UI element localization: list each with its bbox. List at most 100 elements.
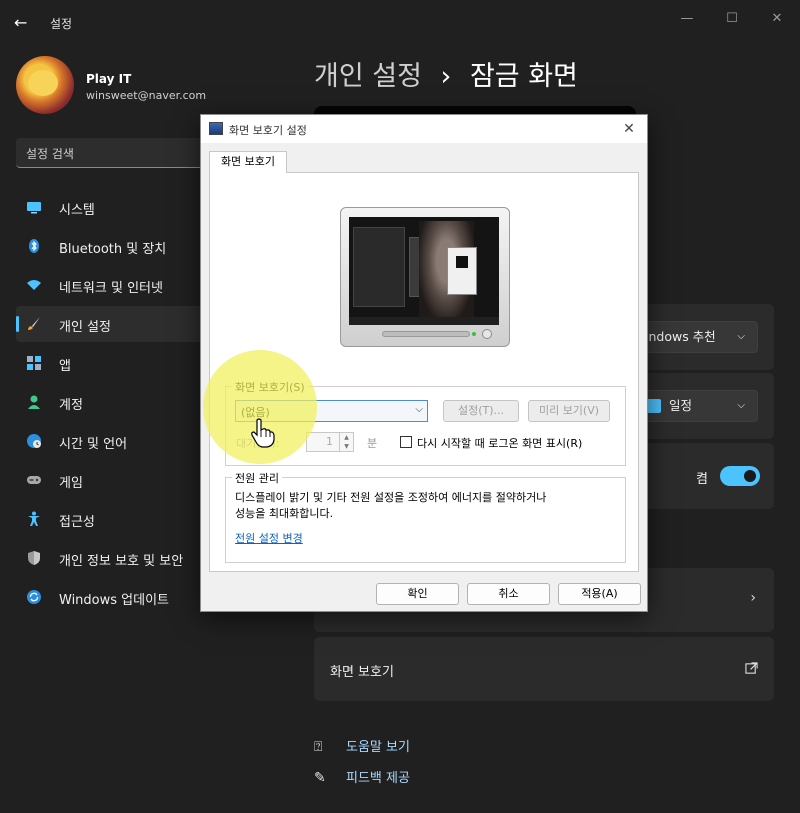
close-icon[interactable]: ✕	[762, 8, 792, 30]
resume-logon-checkbox[interactable]	[400, 436, 412, 448]
ok-button[interactable]: 확인	[376, 583, 459, 605]
feedback-icon: ✎	[314, 770, 326, 786]
sidebar-item-accounts[interactable]: 계정	[16, 384, 206, 420]
globe-clock-icon	[27, 434, 41, 448]
maximize-icon[interactable]: ☐	[717, 8, 747, 30]
screensaver-select[interactable]: (없음) ⌵	[235, 400, 428, 422]
screensaver-card[interactable]: 화면 보호기	[314, 637, 774, 701]
title-bar: ← 설정 — ☐ ✕	[0, 0, 800, 46]
sidebar-item-network[interactable]: 네트워크 및 인터넷	[16, 267, 206, 303]
tab-screensaver[interactable]: 화면 보호기	[209, 151, 287, 173]
screensaver-select-value: (없음)	[241, 406, 270, 419]
preview-button[interactable]: 미리 보기(V)	[528, 400, 610, 422]
screensaver-settings-dialog: 화면 보호기 설정 ✕ 화면 보호기 화면 보호기(S) (없음) ⌵ 설정(T	[200, 114, 648, 612]
wait-unit: 분	[367, 437, 378, 450]
dialog-close-icon[interactable]: ✕	[619, 119, 639, 139]
monitor-slot	[382, 331, 470, 337]
gamepad-icon	[27, 476, 41, 484]
monitor-preview	[340, 207, 510, 347]
chevron-down-icon: ⌵	[737, 331, 745, 342]
stepper-arrows-icon[interactable]: ▲ ▼	[339, 433, 353, 451]
sidebar-item-gaming[interactable]: 게임	[16, 462, 206, 498]
brush-icon	[28, 317, 40, 330]
help-link[interactable]: ⍰ 도움말 보기	[314, 736, 410, 755]
feedback-link-label: 피드백 제공	[346, 771, 410, 786]
apply-button[interactable]: 적용(A)	[558, 583, 641, 605]
sidebar-item-time-language[interactable]: 시간 및 언어	[16, 423, 206, 459]
sidebar-item-label: 게임	[59, 476, 83, 491]
dialog-title-bar: 화면 보호기 설정 ✕	[201, 115, 647, 143]
sidebar-item-privacy[interactable]: 개인 정보 보호 및 보안	[16, 540, 206, 576]
power-led-icon	[472, 332, 476, 336]
person-icon	[28, 395, 40, 409]
monitor-knob-icon	[482, 329, 492, 339]
sidebar-item-label: Windows 업데이트	[59, 593, 170, 608]
calendar-icon	[647, 399, 661, 413]
power-description: 디스플레이 밝기 및 기타 전원 설정을 조정하여 에너지를 절약하거나	[235, 491, 547, 504]
sidebar-item-label: Bluetooth 및 장치	[59, 242, 167, 257]
sidebar-item-apps[interactable]: 앱	[16, 345, 206, 381]
profile-email: winsweet@naver.com	[86, 89, 207, 102]
sidebar-item-label: 시스템	[59, 203, 95, 218]
power-management-group: 전원 관리 디스플레이 밝기 및 기타 전원 설정을 조정하여 에너지를 절약하…	[225, 470, 626, 563]
profile-name: Play IT	[86, 72, 132, 86]
dialog-title: 화면 보호기 설정	[229, 124, 307, 137]
help-link-label: 도움말 보기	[346, 740, 410, 755]
signin-background-toggle[interactable]	[720, 466, 760, 486]
wait-stepper[interactable]: 1 ▲ ▼	[306, 432, 354, 452]
sidebar-item-personalization[interactable]: 개인 설정	[16, 306, 206, 342]
bluetooth-icon	[29, 239, 39, 253]
back-arrow-icon[interactable]: ←	[14, 14, 32, 32]
tab-panel: 화면 보호기(S) (없음) ⌵ 설정(T)... 미리 보기(V) 대기(W)…	[209, 172, 639, 572]
monitor-icon	[27, 202, 41, 214]
settings-button[interactable]: 설정(T)...	[443, 400, 519, 422]
sidebar-item-accessibility[interactable]: 접근성	[16, 501, 206, 537]
status-dropdown[interactable]: 일정 ⌵	[632, 390, 758, 422]
sidebar-item-label: 계정	[59, 398, 83, 413]
apps-icon	[27, 356, 41, 370]
search-input[interactable]: 설정 검색	[16, 138, 206, 168]
breadcrumb-separator: ›	[440, 61, 452, 92]
sidebar-item-label: 개인 설정	[59, 320, 111, 335]
background-dropdown[interactable]: indows 추천 ⌵	[632, 321, 758, 353]
update-icon	[27, 590, 41, 604]
status-dropdown-value: 일정	[669, 398, 693, 413]
accessibility-icon	[28, 511, 40, 526]
preview-taskbar	[349, 317, 499, 325]
chevron-down-icon: ⌵	[415, 404, 423, 415]
feedback-link[interactable]: ✎ 피드백 제공	[314, 767, 410, 786]
screensaver-app-icon	[209, 122, 223, 135]
wait-label: 대기(W):	[236, 437, 280, 450]
chevron-down-icon: ⌵	[737, 400, 745, 411]
resume-logon-label[interactable]: 다시 시작할 때 로그온 화면 표시(R)	[417, 435, 582, 451]
shield-icon	[28, 551, 40, 565]
preview-window	[353, 227, 405, 307]
chevron-right-icon: ›	[750, 590, 756, 606]
cancel-button[interactable]: 취소	[467, 583, 550, 605]
sidebar-item-label: 개인 정보 보호 및 보안	[59, 554, 184, 569]
sidebar-item-label: 네트워크 및 인터넷	[59, 281, 163, 296]
screensaver-group-label: 화면 보호기(S)	[232, 379, 308, 395]
app-title: 설정	[50, 17, 73, 31]
screensaver-row-label: 화면 보호기	[330, 665, 394, 680]
help-icon: ⍰	[314, 739, 323, 755]
breadcrumb-parent[interactable]: 개인 설정	[314, 61, 422, 92]
breadcrumb-current: 잠금 화면	[469, 61, 578, 92]
power-group-label: 전원 관리	[232, 470, 282, 486]
toggle-label: 켬	[696, 472, 708, 487]
sidebar-item-windows-update[interactable]: Windows 업데이트	[16, 579, 206, 615]
page-title: 개인 설정 › 잠금 화면	[314, 54, 578, 93]
power-description: 성능을 최대화합니다.	[235, 507, 334, 520]
power-settings-link[interactable]: 전원 설정 변경	[235, 530, 303, 546]
sidebar-item-label: 앱	[59, 359, 71, 374]
sidebar-item-system[interactable]: 시스템	[16, 189, 206, 225]
background-dropdown-value: indows 추천	[645, 329, 716, 344]
sidebar-item-label: 접근성	[59, 515, 95, 530]
preview-window	[447, 247, 477, 295]
sidebar-item-label: 시간 및 언어	[59, 437, 128, 452]
avatar	[16, 56, 74, 114]
sidebar-item-bluetooth[interactable]: Bluetooth 및 장치	[16, 228, 206, 264]
external-link-icon	[745, 662, 758, 674]
screensaver-group: 화면 보호기(S) (없음) ⌵ 설정(T)... 미리 보기(V) 대기(W)…	[225, 379, 626, 466]
minimize-icon[interactable]: —	[672, 8, 702, 30]
